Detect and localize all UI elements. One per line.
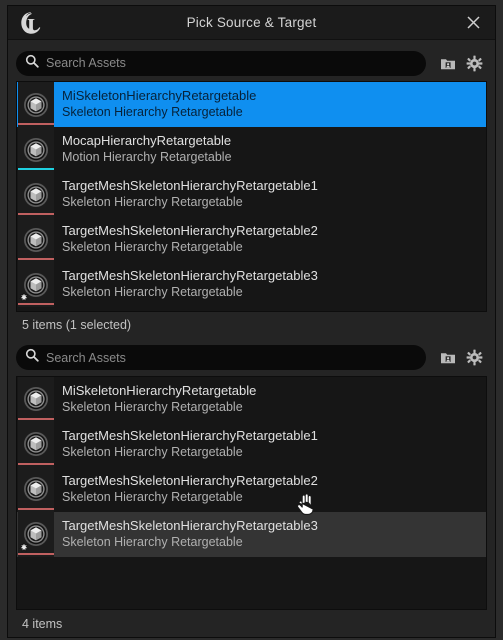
gear-icon[interactable]: [461, 50, 487, 76]
source-status-text: 5 items (1 selected): [22, 318, 132, 332]
asset-item-type: Skeleton Hierarchy Retargetable: [62, 489, 243, 504]
asset-cube-icon: [18, 421, 54, 467]
asset-item-text: MiSkeletonHierarchyRetargetable Skeleton …: [62, 88, 256, 121]
asset-item-type: Motion Hierarchy Retargetable: [62, 150, 232, 165]
asset-item-name: TargetMeshSkeletonHierarchyRetargetable3: [62, 517, 318, 533]
asset-list-item[interactable]: MiSkeletonHierarchyRetargetable Skeleton …: [17, 376, 486, 422]
asset-list-item[interactable]: TargetMeshSkeletonHierarchyRetargetable1…: [17, 421, 486, 467]
asset-cube-icon: [18, 511, 54, 557]
asset-cube-icon: [18, 217, 54, 262]
asset-list-item[interactable]: MiSkeletonHierarchyRetargetable Skeleton …: [17, 82, 486, 127]
asset-cube-icon: [18, 127, 54, 172]
asset-list-item[interactable]: TargetMeshSkeletonHierarchyRetargetable3…: [17, 262, 486, 307]
asset-cube-icon: [18, 82, 54, 127]
asset-item-text: TargetMeshSkeletonHierarchyRetargetable3…: [62, 518, 318, 551]
search-placeholder: Search Assets: [46, 350, 126, 365]
asset-item-type: Skeleton Hierarchy Retargetable: [62, 285, 243, 300]
close-icon[interactable]: [451, 6, 495, 39]
asset-item-name: TargetMeshSkeletonHierarchyRetargetable3: [62, 268, 318, 284]
title-bar: Pick Source & Target: [8, 6, 495, 40]
source-asset-list[interactable]: MiSkeletonHierarchyRetargetable Skeleton …: [16, 81, 487, 312]
asset-type-color-bar: [18, 462, 54, 465]
asset-type-color-bar: [18, 303, 54, 305]
search-placeholder: Search Assets: [46, 56, 126, 70]
search-input[interactable]: Search Assets: [16, 345, 426, 370]
asset-type-color-bar: [18, 168, 54, 170]
source-asset-list-rows: MiSkeletonHierarchyRetargetable Skeleton …: [17, 82, 486, 307]
asset-item-text: TargetMeshSkeletonHierarchyRetargetable1…: [62, 178, 318, 211]
asset-cube-icon: [18, 172, 54, 217]
target-panel: Search Assets MiSkeletonHierarchyRetarge…: [8, 339, 495, 637]
asset-item-name: TargetMeshSkeletonHierarchyRetargetable2: [62, 223, 318, 239]
asset-item-text: MiSkeletonHierarchyRetargetable Skeleton …: [62, 383, 256, 416]
asset-item-text: TargetMeshSkeletonHierarchyRetargetable2…: [62, 473, 318, 506]
asset-item-name: TargetMeshSkeletonHierarchyRetargetable1: [62, 178, 318, 194]
target-asset-list-rows: MiSkeletonHierarchyRetargetable Skeleton …: [17, 376, 486, 557]
gear-icon[interactable]: [461, 345, 487, 371]
asset-type-color-bar: [18, 213, 54, 215]
folder-user-icon[interactable]: [435, 345, 461, 371]
asset-item-name: MocapHierarchyRetargetable: [62, 133, 232, 149]
asset-list-item[interactable]: TargetMeshSkeletonHierarchyRetargetable2…: [17, 217, 486, 262]
asset-item-type: Skeleton Hierarchy Retargetable: [62, 399, 243, 414]
asset-list-item[interactable]: TargetMeshSkeletonHierarchyRetargetable3…: [17, 511, 486, 557]
asset-item-name: TargetMeshSkeletonHierarchyRetargetable1: [62, 427, 318, 443]
target-search-row: Search Assets: [16, 344, 487, 372]
pick-source-and-target-dialog: Pick Source & Target Search Assets MiSke…: [7, 5, 496, 638]
target-status-text: 4 items: [22, 616, 63, 631]
asset-item-type: Skeleton Hierarchy Retargetable: [62, 195, 243, 210]
asset-type-color-bar: [18, 258, 54, 260]
target-asset-list[interactable]: MiSkeletonHierarchyRetargetable Skeleton …: [16, 375, 487, 610]
search-input[interactable]: Search Assets: [16, 50, 426, 76]
asset-item-name: TargetMeshSkeletonHierarchyRetargetable2: [62, 472, 318, 488]
asset-cube-icon: [18, 466, 54, 512]
asset-item-text: MocapHierarchyRetargetable Motion Hierarc…: [62, 133, 232, 166]
asset-list-item[interactable]: MocapHierarchyRetargetable Motion Hierarc…: [17, 127, 486, 172]
target-status-bar: 4 items: [16, 610, 487, 637]
asset-cube-icon: [18, 376, 54, 422]
asset-item-text: TargetMeshSkeletonHierarchyRetargetable3…: [62, 268, 318, 301]
asset-list-item[interactable]: TargetMeshSkeletonHierarchyRetargetable2…: [17, 466, 486, 512]
asset-item-type: Skeleton Hierarchy Retargetable: [62, 105, 243, 120]
asset-item-name: MiSkeletonHierarchyRetargetable: [62, 382, 257, 398]
search-icon: [25, 54, 39, 73]
asset-type-color-bar: [18, 507, 54, 510]
asset-list-item[interactable]: TargetMeshSkeletonHierarchyRetargetable1…: [17, 172, 486, 217]
asset-item-text: TargetMeshSkeletonHierarchyRetargetable1…: [62, 428, 318, 461]
panels-container: Search Assets MiSkeletonHierarchyRetarge…: [8, 40, 495, 637]
asset-item-name: MiSkeletonHierarchyRetargetable: [62, 88, 257, 104]
asset-type-color-bar: [18, 552, 54, 555]
window-title: Pick Source & Target: [186, 15, 317, 30]
source-panel: Search Assets MiSkeletonHierarchyRetarge…: [8, 40, 495, 339]
search-icon: [25, 348, 39, 367]
asset-cube-icon: [18, 262, 54, 307]
source-search-row: Search Assets: [16, 49, 487, 77]
asset-type-color-bar: [18, 123, 54, 125]
source-status-bar: 5 items (1 selected): [16, 311, 487, 339]
folder-user-icon[interactable]: [435, 50, 461, 76]
asset-item-type: Skeleton Hierarchy Retargetable: [62, 240, 243, 255]
asset-item-type: Skeleton Hierarchy Retargetable: [62, 534, 243, 549]
unreal-engine-logo: [8, 6, 54, 39]
asset-item-type: Skeleton Hierarchy Retargetable: [62, 444, 243, 459]
asset-item-text: TargetMeshSkeletonHierarchyRetargetable2…: [62, 223, 318, 256]
asset-type-color-bar: [18, 417, 54, 420]
